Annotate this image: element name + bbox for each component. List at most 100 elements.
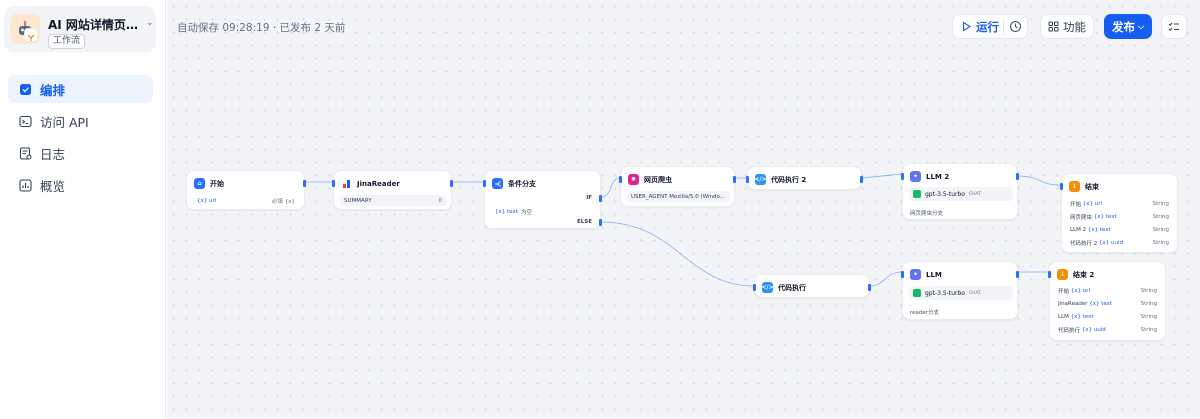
output-var: {x} text (1087, 227, 1111, 233)
output-type: String (1140, 327, 1157, 333)
sidebar: AI 网站详情页面... ⌄ 工作流 编排 访问 API 日志 概览 (0, 0, 166, 419)
input-port[interactable] (753, 284, 756, 291)
model-selector[interactable]: gpt-3.5-turbo CHAT (909, 187, 1013, 201)
chevron-down-icon[interactable]: ⌄ (146, 18, 154, 28)
output-var: {x} url (1070, 288, 1091, 294)
node-jinareader[interactable]: JinaReader SUMMARY 0 (332, 170, 453, 210)
node-code-exec-2[interactable]: </> 代码执行 2 (746, 166, 863, 190)
checklist-icon (1168, 22, 1179, 31)
node-end-1[interactable]: ↓ 结束 开始 {x} url String 网页爬虫 {x} text Str… (1060, 173, 1178, 253)
checklist-button[interactable] (1161, 14, 1187, 39)
output-source: JinaReader (1058, 301, 1088, 307)
var-label: {x} url (197, 197, 217, 204)
nav-item-label: 访问 API (40, 114, 89, 130)
node-llm[interactable]: ✦ LLM gpt-3.5-turbo CHAT reader分支 (901, 261, 1019, 320)
node-title: 结束 (1085, 182, 1099, 191)
output-var: {x} uuid (1081, 327, 1106, 333)
else-port[interactable] (599, 219, 602, 226)
node-code-exec[interactable]: </> 代码执行 (753, 274, 871, 298)
output-source: 代码执行 2 (1070, 241, 1098, 247)
output-port[interactable] (733, 176, 736, 183)
node-title: 条件分支 (508, 179, 536, 188)
feature-button[interactable]: 功能 (1040, 14, 1094, 39)
workflow-badge-icon (24, 28, 38, 42)
output-port[interactable] (1016, 173, 1019, 180)
output-row: 代码执行 {x} uuid String (1058, 325, 1157, 335)
input-port[interactable] (901, 271, 904, 278)
else-label: ELSE (577, 219, 592, 225)
summary-count: 0 (438, 197, 443, 204)
nav-item-orchestrate[interactable]: 编排 (8, 75, 153, 103)
node-title: 开始 (210, 179, 224, 188)
workflow-icon (18, 82, 32, 96)
llm-icon: ✦ (910, 269, 921, 280)
openai-icon (913, 190, 921, 198)
play-icon (962, 21, 972, 32)
output-source: 代码执行 (1058, 328, 1081, 334)
log-icon (18, 146, 32, 160)
publish-label: 发布 (1111, 19, 1135, 34)
node-title: JinaReader (357, 179, 400, 188)
nav-item-label: 日志 (40, 146, 66, 162)
terminal-icon (18, 114, 32, 128)
input-port[interactable] (483, 180, 486, 187)
output-var: {x} text (1089, 301, 1113, 307)
nav-item-logs[interactable]: 日志 (8, 139, 153, 167)
node-title: 网页爬虫 (644, 175, 672, 184)
node-description: reader分支 (910, 310, 940, 316)
output-row: LLM {x} text String (1058, 312, 1157, 322)
output-row: 代码执行 2 {x} uuid String (1070, 238, 1169, 248)
output-row: JinaReader {x} text String (1058, 299, 1157, 309)
nav-item-overview[interactable]: 概览 (8, 171, 153, 199)
node-start[interactable]: ⌂ 开始 {x} url 必填 {x} (186, 170, 306, 210)
nav-item-label: 概览 (40, 178, 66, 194)
required-label: 必填 {x} (271, 198, 295, 205)
output-port[interactable] (450, 180, 453, 187)
run-button[interactable]: 运行 (952, 14, 1028, 39)
workflow-edges (305, 173, 1062, 287)
output-port[interactable] (868, 284, 871, 291)
input-port[interactable] (332, 180, 335, 187)
model-selector[interactable]: gpt-3.5-turbo CHAT (909, 286, 1013, 300)
code-icon: </> (754, 174, 767, 185)
nav-item-api[interactable]: 访问 API (8, 107, 153, 135)
input-port[interactable] (619, 176, 622, 183)
node-llm-2[interactable]: ✦ LLM 2 gpt-3.5-turbo CHAT 网页爬虫分支 (901, 163, 1019, 220)
output-port[interactable] (1016, 271, 1019, 278)
output-type: String (1152, 227, 1169, 233)
input-port[interactable] (901, 173, 904, 180)
edge-code2-llm2 (861, 173, 903, 179)
output-var: {x} text (1093, 214, 1117, 220)
chart-icon (18, 178, 32, 192)
condition-operator: 为空 (520, 209, 532, 216)
app-switcher[interactable]: AI 网站详情页面... ⌄ 工作流 (4, 6, 156, 52)
output-source: LLM 2 (1070, 227, 1087, 233)
node-description: 网页爬虫分支 (910, 211, 944, 217)
node-end-2[interactable]: ↓ 结束 2 开始 {x} url String JinaReader {x} … (1048, 261, 1166, 341)
spider-icon: ✹ (628, 174, 639, 185)
input-port[interactable] (1048, 271, 1051, 278)
condition-row: {x} text 为空 (491, 206, 595, 217)
output-port[interactable] (303, 180, 306, 187)
node-web-crawler[interactable]: ✹ 网页爬虫 USER_AGENT Mozilla/5.0 (Windo... (619, 166, 736, 207)
input-port[interactable] (1060, 183, 1063, 190)
output-port[interactable] (860, 176, 863, 183)
model-mode: CHAT (968, 191, 981, 197)
summary-label: SUMMARY (344, 197, 372, 204)
user-agent-label: USER_AGENT Mozilla/5.0 (Windo... (631, 193, 725, 200)
publish-button[interactable]: 发布 ⌵ (1104, 14, 1152, 39)
edge-code1-llm1 (869, 271, 903, 287)
home-icon: ⌂ (194, 178, 205, 189)
node-condition-branch[interactable]: 条件分支 IF {x} text 为空 ELSE (483, 170, 602, 229)
output-source: LLM (1058, 314, 1069, 320)
if-label: IF (586, 195, 592, 201)
history-icon[interactable] (1009, 20, 1022, 36)
summary-row: SUMMARY 0 (340, 195, 446, 206)
output-type: String (1140, 301, 1157, 307)
workflow-canvas[interactable]: 自动保存 09:28:19 · 已发布 2 天前 运行 功能 发布 ⌵ ⌂ 开始… (167, 0, 1200, 419)
output-type: String (1152, 214, 1169, 220)
condition-var: {x} text (495, 208, 518, 215)
openai-icon (913, 289, 921, 297)
if-port[interactable] (599, 195, 602, 202)
input-port[interactable] (746, 176, 749, 183)
